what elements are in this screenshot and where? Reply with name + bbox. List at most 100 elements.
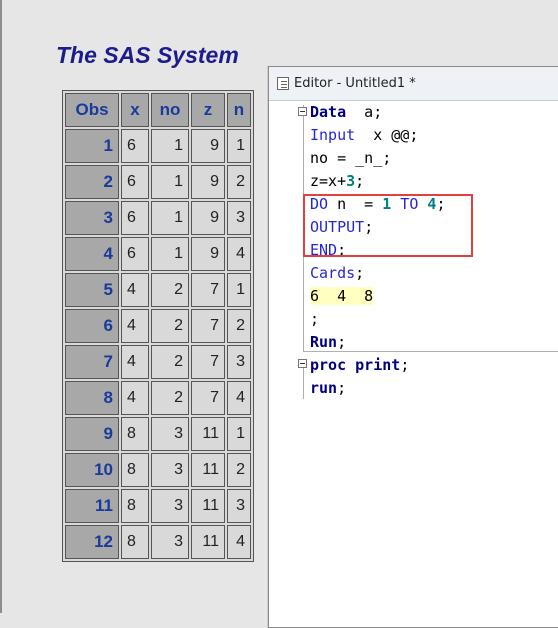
results-table: Obs x no z n 161912619236193461945427164…: [62, 90, 254, 562]
code-text: ;: [355, 264, 365, 282]
x-cell: 4: [121, 345, 149, 379]
code-line[interactable]: ;: [310, 308, 319, 331]
header-obs: Obs: [65, 93, 119, 127]
no-cell: 3: [151, 489, 189, 523]
table-row: 26192: [65, 165, 251, 199]
table-row: 64272: [65, 309, 251, 343]
code-line[interactable]: Cards;: [310, 262, 364, 285]
code-text: x @@;: [355, 126, 419, 144]
obs-cell: 2: [65, 165, 119, 199]
keyword: proc: [310, 356, 347, 374]
n-cell: 3: [227, 489, 251, 523]
results-title: The SAS System: [56, 42, 239, 68]
no-cell: 2: [151, 381, 189, 415]
z-cell: 11: [191, 417, 225, 451]
window-edge: [0, 0, 2, 613]
n-cell: 3: [227, 201, 251, 235]
editor-titlebar[interactable]: Editor - Untitled1 *: [269, 67, 558, 101]
x-cell: 4: [121, 381, 149, 415]
x-cell: 6: [121, 165, 149, 199]
code-line[interactable]: 6 4 8: [310, 285, 374, 308]
n-cell: 3: [227, 345, 251, 379]
no-cell: 1: [151, 165, 189, 199]
n-cell: 4: [227, 381, 251, 415]
header-x: x: [121, 93, 149, 127]
keyword: Run: [310, 333, 338, 351]
code-line[interactable]: run;: [310, 377, 346, 400]
table-row: 9 8 3 11 1: [65, 417, 251, 451]
z-cell: 7: [191, 381, 225, 415]
n-cell: 1: [227, 129, 251, 163]
no-cell: 2: [151, 309, 189, 343]
editor-title: Editor - Untitled1 *: [294, 76, 416, 91]
table-row: 54271: [65, 273, 251, 307]
z-cell: 7: [191, 273, 225, 307]
x-cell: 6: [121, 201, 149, 235]
table-row: 12 8 3 11 4: [65, 525, 251, 559]
z-cell: 9: [191, 201, 225, 235]
highlight-box: [303, 194, 473, 257]
code-text: no = _n_;: [310, 149, 392, 167]
code-text: ;: [310, 310, 320, 328]
no-cell: 1: [151, 201, 189, 235]
obs-cell: 5: [65, 273, 119, 307]
code-area[interactable]: Data a; Input x @@; no = _n_; z=x+3; DO …: [269, 101, 558, 627]
no-cell: 2: [151, 345, 189, 379]
keyword: Input: [310, 126, 356, 144]
code-text: z=x+: [310, 172, 347, 190]
results-body: 1619126192361934619454271642727427384274…: [65, 129, 251, 559]
table-row: 11 8 3 11 3: [65, 489, 251, 523]
cards-data: 6 4 8: [310, 287, 374, 305]
n-cell: 4: [227, 525, 251, 559]
code-line[interactable]: proc print;: [310, 354, 409, 377]
obs-cell: 11: [65, 489, 119, 523]
z-cell: 7: [191, 345, 225, 379]
x-cell: 8: [121, 525, 149, 559]
code-text: a;: [346, 103, 383, 121]
z-cell: 9: [191, 165, 225, 199]
code-line[interactable]: Input x @@;: [310, 124, 418, 147]
header-z: z: [191, 93, 225, 127]
n-cell: 1: [227, 417, 251, 451]
x-cell: 8: [121, 453, 149, 487]
x-cell: 8: [121, 489, 149, 523]
code-text: ;: [355, 172, 365, 190]
x-cell: 4: [121, 309, 149, 343]
n-cell: 4: [227, 237, 251, 271]
obs-cell: 3: [65, 201, 119, 235]
obs-cell: 7: [65, 345, 119, 379]
x-cell: 6: [121, 237, 149, 271]
obs-cell: 10: [65, 453, 119, 487]
x-cell: 8: [121, 417, 149, 451]
document-icon: [277, 77, 289, 90]
collapse-minus-icon[interactable]: [298, 359, 307, 368]
table-row: 46194: [65, 237, 251, 271]
obs-cell: 1: [65, 129, 119, 163]
table-row: 16191: [65, 129, 251, 163]
keyword: print: [355, 356, 401, 374]
no-cell: 1: [151, 129, 189, 163]
table-header-row: Obs x no z n: [65, 93, 251, 127]
code-line[interactable]: Run;: [310, 331, 346, 354]
editor-window[interactable]: Editor - Untitled1 * Data a; Input x @@;…: [268, 66, 558, 628]
number-literal: 3: [346, 172, 356, 190]
n-cell: 2: [227, 453, 251, 487]
header-n: n: [227, 93, 251, 127]
keyword: Cards: [310, 264, 356, 282]
table-row: 84274: [65, 381, 251, 415]
n-cell: 2: [227, 165, 251, 199]
no-cell: 1: [151, 237, 189, 271]
code-text: ;: [400, 356, 410, 374]
table-row: 36193: [65, 201, 251, 235]
code-line[interactable]: no = _n_;: [310, 147, 391, 170]
code-line[interactable]: Data a;: [310, 101, 382, 124]
fold-guide: [303, 363, 304, 399]
no-cell: 3: [151, 453, 189, 487]
no-cell: 3: [151, 417, 189, 451]
code-line[interactable]: z=x+3;: [310, 170, 364, 193]
n-cell: 1: [227, 273, 251, 307]
x-cell: 6: [121, 129, 149, 163]
collapse-minus-icon[interactable]: [298, 107, 307, 116]
z-cell: 7: [191, 309, 225, 343]
obs-cell: 8: [65, 381, 119, 415]
